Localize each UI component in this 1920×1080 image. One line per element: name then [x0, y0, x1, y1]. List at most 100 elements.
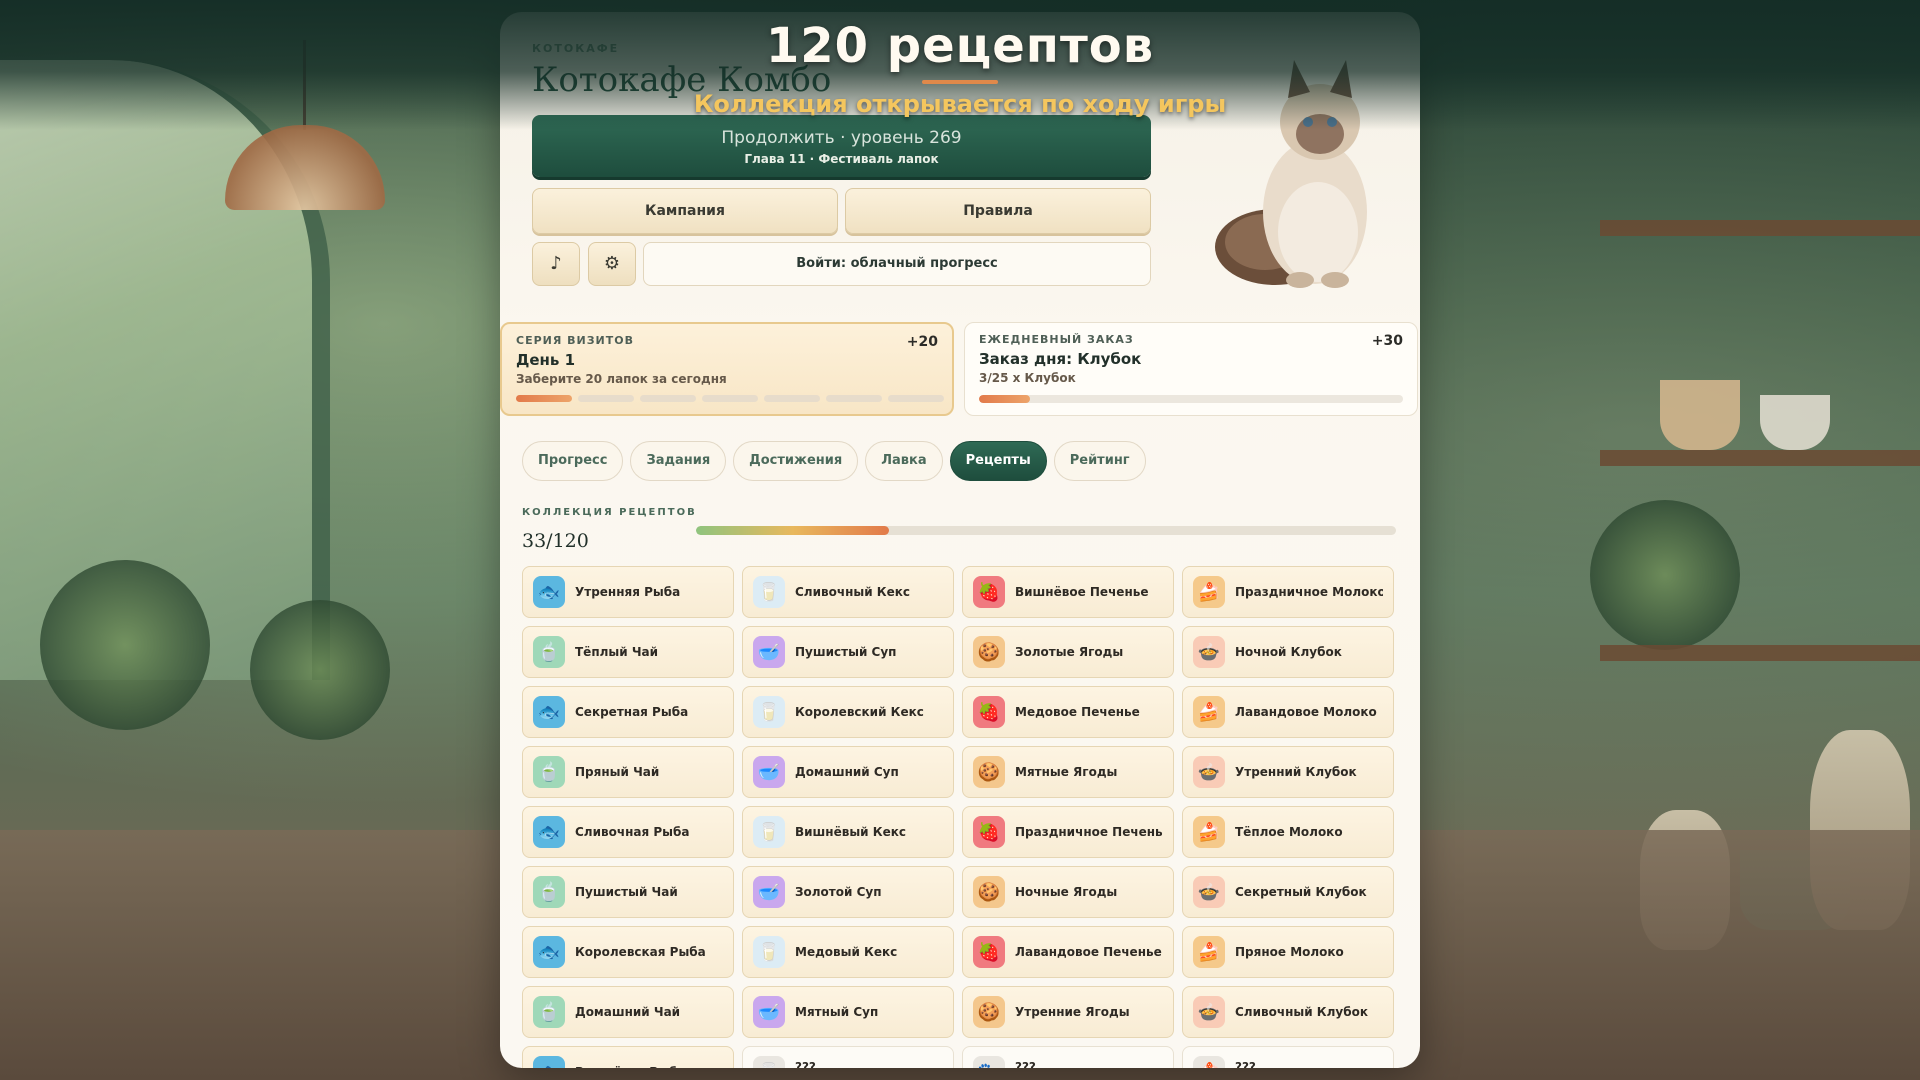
tab-1[interactable]: Задания: [630, 441, 727, 481]
cookie-icon: 🍰: [1193, 816, 1225, 848]
order-label: ЕЖЕДНЕВНЫЙ ЗАКАЗ: [979, 333, 1134, 346]
recipe-name: Вишнёвое Печенье: [1015, 585, 1149, 599]
music-icon[interactable]: ♪: [532, 242, 580, 286]
plant-left-2: [250, 600, 390, 740]
collection-label: КОЛЛЕКЦИЯ РЕЦЕПТОВ: [522, 507, 697, 518]
recipe-name: Праздничное Печенье: [1015, 825, 1163, 839]
recipe-card[interactable]: 🐟 Королевская Рыба: [522, 926, 734, 978]
streak-progress: [516, 395, 944, 402]
recipe-card-locked[interactable]: 🥛 ???Уровень 284: [742, 1046, 954, 1068]
recipe-card[interactable]: 🍪 Золотые Ягоды: [962, 626, 1174, 678]
recipe-name: Домашний Суп: [795, 765, 899, 779]
tab-bar: Прогресс Задания Достижения Лавка Рецепты Рей…: [522, 441, 1146, 481]
recipe-name: Секретная Рыба: [575, 705, 689, 719]
recipe-card[interactable]: 🍰 Праздничное Молоко: [1182, 566, 1394, 618]
main-panel: КОТОКАФЕ Котокафе Комбо Продолжить · уро…: [500, 12, 1420, 1068]
recipe-card[interactable]: 🍵 Пряный Чай: [522, 746, 734, 798]
plant-right: [1590, 500, 1740, 650]
recipe-card[interactable]: 🍵 Пушистый Чай: [522, 866, 734, 918]
bowl-icon: 🍲: [1193, 636, 1225, 668]
streak-card[interactable]: СЕРИЯ ВИЗИТОВ +20 День 1 Заберите 20 лап…: [500, 322, 954, 416]
recipe-card[interactable]: 🍲 Утренний Клубок: [1182, 746, 1394, 798]
recipe-name: Пряный Чай: [575, 765, 660, 779]
recipe-card[interactable]: 🥣 Мятный Суп: [742, 986, 954, 1038]
milk-icon: 🥛: [753, 576, 785, 608]
recipe-card[interactable]: 🍰 Пряное Молоко: [1182, 926, 1394, 978]
order-bonus: +30: [1371, 333, 1403, 349]
recipe-locked-text: ???Уровень 300: [1235, 1060, 1300, 1069]
recipe-card[interactable]: 🍵 Тёплый Чай: [522, 626, 734, 678]
recipe-card[interactable]: 🍓 Вишнёвое Печенье: [962, 566, 1174, 618]
recipe-card[interactable]: 🍲 Ночной Клубок: [1182, 626, 1394, 678]
recipe-card[interactable]: 🐟 Вишнёвая Рыба: [522, 1046, 734, 1068]
recipe-name: Пушистый Суп: [795, 645, 897, 659]
lock-icon: 🍰: [1193, 1056, 1225, 1068]
streak-subtitle: Заберите 20 лапок за сегодня: [516, 372, 727, 386]
recipe-card[interactable]: 🍓 Праздничное Печенье: [962, 806, 1174, 858]
recipe-card[interactable]: 🍰 Тёплое Молоко: [1182, 806, 1394, 858]
cake-icon: 🍓: [973, 696, 1005, 728]
recipe-card[interactable]: 🍲 Сливочный Клубок: [1182, 986, 1394, 1038]
tea-icon: 🍵: [533, 996, 565, 1028]
recipe-card[interactable]: 🍓 Лавандовое Печенье: [962, 926, 1174, 978]
recipe-card[interactable]: 🍪 Ночные Ягоды: [962, 866, 1174, 918]
rules-button[interactable]: Правила: [845, 188, 1151, 234]
soup-icon: 🥣: [753, 756, 785, 788]
order-progress-fill: [979, 395, 1030, 403]
tab-4[interactable]: Рецепты: [949, 441, 1047, 481]
settings-icon[interactable]: ⚙: [588, 242, 636, 286]
recipe-card[interactable]: 🍪 Утренние Ягоды: [962, 986, 1174, 1038]
recipe-card[interactable]: 🥛 Вишнёвый Кекс: [742, 806, 954, 858]
recipe-name: Утренняя Рыба: [575, 585, 681, 599]
soup-icon: 🥣: [753, 996, 785, 1028]
recipe-name: Золотой Суп: [795, 885, 882, 899]
fish-icon: 🐟: [533, 696, 565, 728]
recipe-card[interactable]: 🍪 Мятные Ягоды: [962, 746, 1174, 798]
recipe-card[interactable]: 🍓 Медовое Печенье: [962, 686, 1174, 738]
recipe-card[interactable]: 🥣 Домашний Суп: [742, 746, 954, 798]
recipe-card[interactable]: 🍰 Лавандовое Молоко: [1182, 686, 1394, 738]
tab-2[interactable]: Достижения: [733, 441, 859, 481]
recipe-name: Королевская Рыба: [575, 945, 706, 959]
recipe-card[interactable]: 🍲 Секретный Клубок: [1182, 866, 1394, 918]
milk-icon: 🥛: [753, 936, 785, 968]
recipe-name: Пушистый Чай: [575, 885, 678, 899]
tab-5[interactable]: Рейтинг: [1053, 441, 1146, 481]
recipe-card[interactable]: 🐟 Секретная Рыба: [522, 686, 734, 738]
recipe-card-locked[interactable]: 🍰 ???Уровень 300: [1182, 1046, 1394, 1068]
berry-icon: 🍪: [973, 876, 1005, 908]
cookie-icon: 🍰: [1193, 936, 1225, 968]
recipe-card[interactable]: 🥛 Королевский Кекс: [742, 686, 954, 738]
recipe-card[interactable]: 🐟 Утренняя Рыба: [522, 566, 734, 618]
berry-icon: 🍪: [973, 636, 1005, 668]
cookie-icon: 🍰: [1193, 696, 1225, 728]
recipe-name: Лавандовое Печенье: [1015, 945, 1162, 959]
recipe-name: Утренний Клубок: [1235, 765, 1357, 779]
collection-progress-fill: [696, 526, 889, 535]
recipe-card[interactable]: 🥣 Золотой Суп: [742, 866, 954, 918]
daily-order-card[interactable]: ЕЖЕДНЕВНЫЙ ЗАКАЗ +30 Заказ дня: Клубок 3…: [964, 322, 1418, 416]
recipe-card[interactable]: 🥣 Пушистый Суп: [742, 626, 954, 678]
recipe-card[interactable]: 🥛 Медовый Кекс: [742, 926, 954, 978]
recipe-name: Пряное Молоко: [1235, 945, 1344, 959]
recipe-card[interactable]: 🥛 Сливочный Кекс: [742, 566, 954, 618]
order-title: Заказ дня: Клубок: [979, 350, 1142, 368]
streak-title: День 1: [516, 351, 576, 369]
milk-icon: 🥛: [753, 696, 785, 728]
milk-icon: 🥛: [753, 816, 785, 848]
tab-3[interactable]: Лавка: [865, 441, 943, 481]
lock-icon: 🐾: [973, 1056, 1005, 1068]
recipe-card[interactable]: 🐟 Сливочная Рыба: [522, 806, 734, 858]
recipe-card[interactable]: 🍵 Домашний Чай: [522, 986, 734, 1038]
login-button[interactable]: Войти: облачный прогресс: [643, 242, 1151, 286]
tea-icon: 🍵: [533, 876, 565, 908]
cup-2: [1760, 395, 1830, 450]
campaign-button[interactable]: Кампания: [532, 188, 838, 234]
recipe-name: Лавандовое Молоко: [1235, 705, 1377, 719]
cake-icon: 🍓: [973, 816, 1005, 848]
tab-0[interactable]: Прогресс: [522, 441, 624, 481]
streak-label: СЕРИЯ ВИЗИТОВ: [516, 334, 635, 347]
recipe-name: Ночные Ягоды: [1015, 885, 1118, 899]
recipe-card-locked[interactable]: 🐾 ???Уровень 292: [962, 1046, 1174, 1068]
continue-button[interactable]: Продолжить · уровень 269 Глава 11 · Фест…: [532, 115, 1151, 177]
